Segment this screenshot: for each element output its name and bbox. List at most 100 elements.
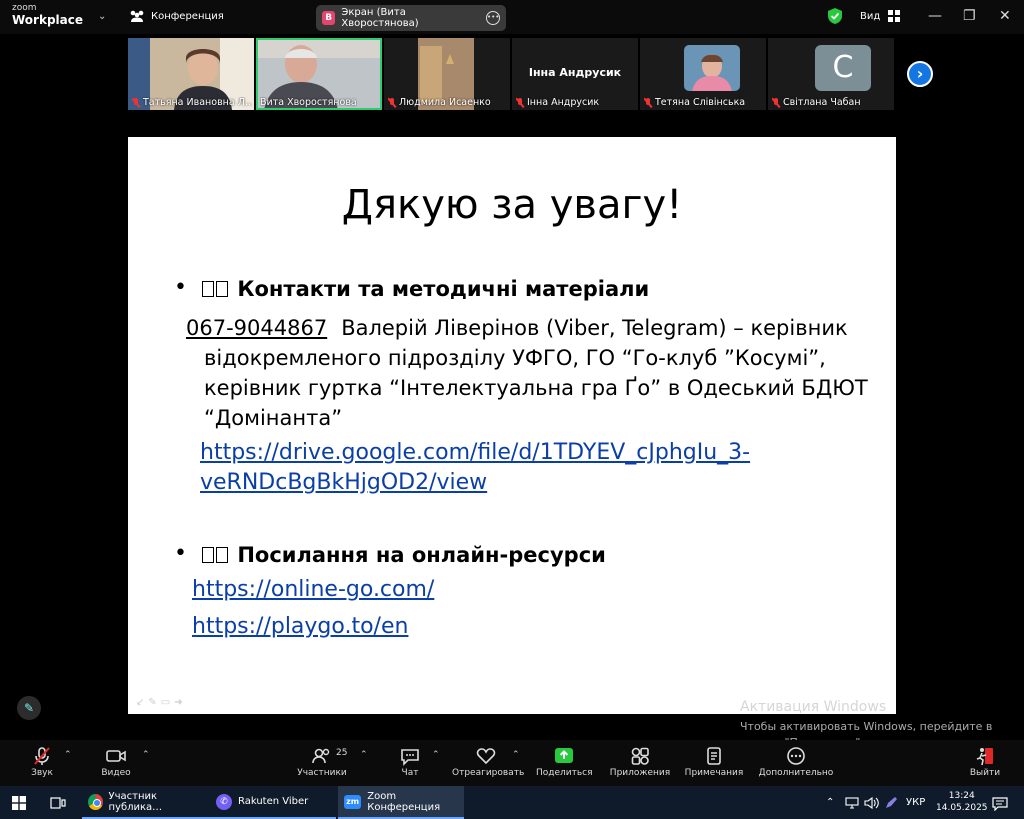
- camera-icon: [106, 750, 126, 762]
- share-label: Поделиться: [536, 768, 593, 778]
- conference-menu[interactable]: Конференция: [129, 10, 224, 22]
- notification-icon[interactable]: [992, 797, 1008, 811]
- video-label: Видео: [101, 768, 131, 778]
- chevron-up-icon[interactable]: ⌃: [512, 750, 520, 760]
- participant-display-name: Інна Андрусик: [528, 66, 622, 79]
- participant-strip: Татьяна Ивановна Л… Вита Хворостянова Лю…: [128, 38, 896, 110]
- chat-icon: [401, 749, 419, 766]
- chevron-up-icon[interactable]: ⌃: [360, 750, 368, 760]
- shared-screen-slide: Дякую за увагу! • Контакти та методичні …: [128, 137, 896, 714]
- slide-title: Дякую за увагу!: [341, 182, 683, 228]
- chevron-up-icon[interactable]: ⌃: [142, 750, 150, 760]
- participant-name: Людмила Исаенко: [388, 97, 491, 108]
- phone-number: 067-9044867: [186, 316, 328, 340]
- title-bar: zoom Workplace ⌄ Конференция В Экран (Ви…: [0, 0, 1024, 34]
- activation-watermark-title: Активация Windows: [740, 699, 887, 715]
- meeting-toolbar: Звук ⌃ Видео ⌃ Участники 25 ⌃ Чат ⌃ Отре…: [0, 740, 1024, 786]
- participant-name: Вита Хворостянова: [260, 97, 357, 108]
- section-heading-text: Посилання на онлайн-ресурси: [237, 543, 606, 567]
- mic-muted-icon: [34, 747, 50, 765]
- participant-tile[interactable]: С Світлана Чабан: [768, 38, 894, 110]
- participant-name: Татьяна Ивановна Л…: [132, 97, 252, 108]
- sharer-avatar: В: [322, 11, 336, 25]
- notes-label: Примечания: [684, 768, 744, 778]
- logo-top-text: zoom: [12, 3, 37, 13]
- mic-muted-icon: [644, 97, 652, 108]
- chevron-up-icon[interactable]: ⌃: [64, 750, 72, 760]
- leave-icon: [976, 748, 993, 766]
- volume-icon[interactable]: [864, 796, 880, 810]
- drive-link[interactable]: https://drive.google.com/file/d/1TDYEV_c…: [200, 438, 840, 498]
- tray-chevron-up-icon[interactable]: ⌃: [826, 786, 834, 819]
- chat-button[interactable]: Чат: [396, 746, 424, 778]
- participant-name-text: Людмила Исаенко: [399, 97, 491, 108]
- section-heading-text: Контакти та методичні матеріали: [237, 277, 650, 301]
- participant-name: Тетяна Слівінська: [644, 97, 745, 108]
- next-participants-button[interactable]: ›: [907, 61, 933, 87]
- leave-label: Выйти: [969, 768, 1001, 778]
- share-button[interactable]: Поделиться: [536, 746, 593, 778]
- slide-tools-icons: ↙✎▭➜: [136, 697, 187, 708]
- participant-tile[interactable]: Татьяна Ивановна Л…: [128, 38, 254, 110]
- notes-icon: [707, 747, 721, 765]
- react-label: Отреагировать: [452, 768, 525, 778]
- viber-icon: ✆: [216, 793, 232, 810]
- participant-tile[interactable]: Тетяна Слівінська: [640, 38, 766, 110]
- security-shield-icon[interactable]: [828, 8, 842, 24]
- taskbar-app-viber[interactable]: ✆ Rakuten Viber: [210, 786, 336, 819]
- bullet: •: [174, 275, 187, 300]
- participant-avatar: С: [815, 45, 871, 91]
- screen-share-label: Экран (Вита Хворостянова): [341, 7, 419, 29]
- playgo-link[interactable]: https://playgo.to/en: [174, 614, 408, 639]
- more-button[interactable]: Дополнительно: [758, 746, 834, 778]
- mic-muted-icon: [772, 97, 780, 108]
- task-view-icon[interactable]: [50, 796, 66, 810]
- heart-icon: [476, 748, 496, 765]
- section-heading-contacts: Контакти та методичні матеріали: [202, 277, 649, 301]
- online-go-link[interactable]: https://online-go.com/: [192, 577, 434, 602]
- mic-muted-icon: [516, 97, 524, 108]
- close-button[interactable]: ✕: [999, 8, 1011, 24]
- taskbar-app-label: Участник публика…: [108, 790, 163, 813]
- missing-glyph-icon: [216, 281, 228, 297]
- system-clock[interactable]: 13:24 14.05.2025: [936, 790, 988, 814]
- minimize-button[interactable]: —: [928, 8, 942, 24]
- apps-label: Приложения: [609, 768, 671, 778]
- windows-start-icon[interactable]: [12, 796, 26, 810]
- chevron-down-icon[interactable]: ⌄: [98, 11, 106, 22]
- apps-icon: [631, 747, 649, 765]
- pen-icon[interactable]: [884, 796, 898, 810]
- conference-label: Конференция: [151, 10, 224, 22]
- video-button[interactable]: Видео: [98, 746, 134, 778]
- participant-tile[interactable]: Інна Андрусик Інна Андрусик: [512, 38, 638, 110]
- chrome-icon: [88, 793, 103, 810]
- screen-share-pill[interactable]: В Экран (Вита Хворостянова) •••: [316, 5, 506, 31]
- annotate-pencil-icon[interactable]: ✎: [17, 696, 41, 720]
- participants-icon: [312, 748, 330, 764]
- participant-name-text: Тетяна Слівінська: [655, 97, 746, 108]
- participant-name: Інна Андрусик: [516, 97, 599, 108]
- windows-taskbar: Участник публика… ✆ Rakuten Viber zm Zoo…: [0, 786, 1024, 819]
- logo-bottom-text: Workplace: [12, 13, 84, 27]
- audio-button[interactable]: Звук: [24, 746, 60, 778]
- maximize-button[interactable]: ❐: [963, 8, 976, 24]
- chevron-up-icon[interactable]: ⌃: [432, 750, 440, 760]
- react-button[interactable]: Отреагировать: [452, 746, 525, 778]
- language-indicator[interactable]: УКР: [906, 786, 925, 819]
- taskbar-app-chrome[interactable]: Участник публика…: [82, 786, 210, 819]
- taskbar-app-zoom[interactable]: zm Zoom Конференция: [338, 786, 464, 819]
- view-label: Вид: [860, 10, 881, 22]
- participant-tile[interactable]: Людмила Исаенко: [384, 38, 510, 110]
- mic-muted-icon: [132, 97, 140, 108]
- more-options-icon[interactable]: •••: [486, 11, 500, 25]
- apps-button[interactable]: Приложения: [608, 746, 672, 778]
- missing-glyph-icon: [202, 281, 214, 297]
- more-icon: [787, 747, 805, 765]
- clock-date: 14.05.2025: [936, 803, 988, 813]
- participant-tile-active-speaker[interactable]: Вита Хворостянова: [256, 38, 382, 110]
- network-icon[interactable]: [845, 797, 859, 809]
- missing-glyph-icon: [202, 547, 214, 563]
- notes-button[interactable]: Примечания: [684, 746, 744, 778]
- leave-button[interactable]: Выйти: [966, 746, 1004, 778]
- view-menu[interactable]: Вид: [860, 10, 901, 22]
